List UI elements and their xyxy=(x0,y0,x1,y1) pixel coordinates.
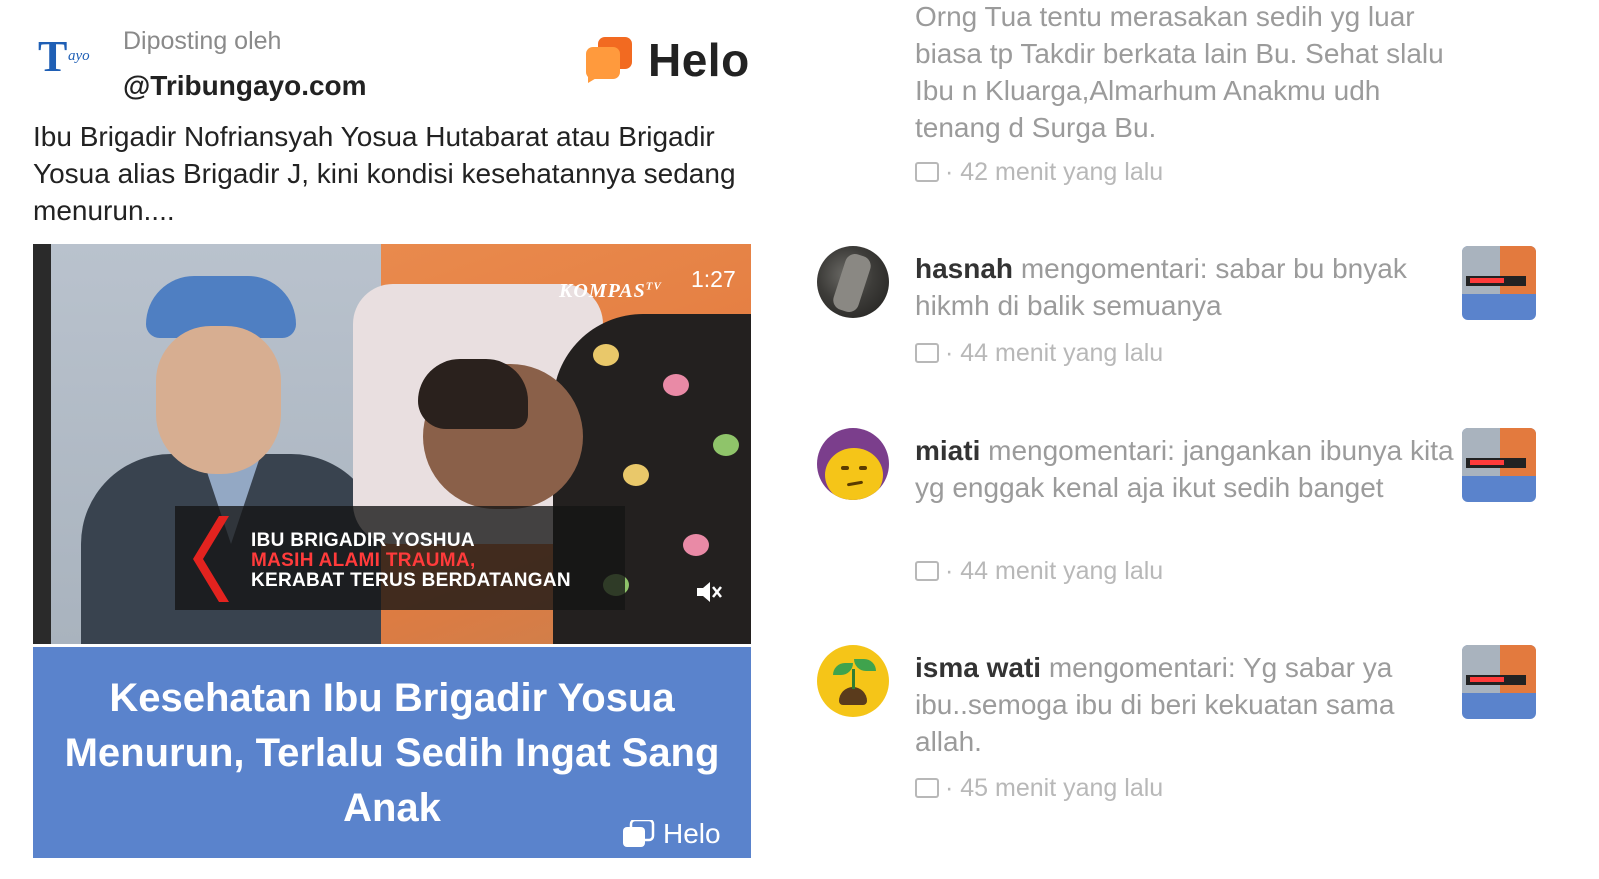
chevron-left-icon xyxy=(193,516,229,602)
logo-sub: ayo xyxy=(68,48,90,64)
comment-body: Orng Tua tentu merasakan sedih yg luar b… xyxy=(915,1,1444,143)
comment-text: hasnah mengomentari: sabar bu bnyak hikm… xyxy=(915,250,1455,324)
comment-separator: · xyxy=(945,338,954,367)
tribun-gayo-logo[interactable]: T ayo xyxy=(38,34,102,80)
comment-meta: · 42 menit yang lalu xyxy=(915,157,1163,187)
sprout-avatar[interactable] xyxy=(817,645,889,717)
comment-bubble-icon[interactable] xyxy=(915,561,939,582)
mute-icon[interactable] xyxy=(695,580,723,604)
comment-verb: mengomentari: xyxy=(988,435,1175,466)
comment-bubble-icon[interactable] xyxy=(915,343,939,364)
helo-icon xyxy=(623,820,655,847)
logo-letter: T xyxy=(38,32,68,81)
comment-meta: · 44 menit yang lalu xyxy=(915,338,1163,368)
comment-text: isma wati mengomentari: Yg sabar ya ibu.… xyxy=(915,649,1455,760)
posted-by-label: Diposting oleh xyxy=(123,27,282,55)
comment-bubble-icon[interactable] xyxy=(915,162,939,183)
post-excerpt[interactable]: Ibu Brigadir Nofriansyah Yosua Hutabarat… xyxy=(33,118,753,229)
helo-icon xyxy=(586,37,632,83)
headline-banner[interactable]: Kesehatan Ibu Brigadir Yosua Menurun, Te… xyxy=(33,644,751,858)
video-thumbnail[interactable]: KOMPASTV 1:27 IBU BRIGADIR YOSHUA MASIH … xyxy=(33,244,751,644)
comments-list: Orng Tua tentu merasakan sedih yg luar b… xyxy=(790,0,1599,879)
caption-line-3: KERABAT TERUS BERDATANGAN xyxy=(251,570,571,591)
helo-logo: Helo xyxy=(584,33,764,86)
comment-separator: · xyxy=(945,773,954,802)
caption-line-1: IBU BRIGADIR YOSHUA xyxy=(251,530,475,551)
comment-separator: · xyxy=(945,556,954,585)
comment-username[interactable]: miati xyxy=(915,435,980,466)
comment-verb: mengomentari: xyxy=(1020,253,1208,284)
caption-line-2: MASIH ALAMI TRAUMA, xyxy=(251,550,476,571)
emoji-face-avatar[interactable] xyxy=(817,428,889,500)
comment-username[interactable]: isma wati xyxy=(915,652,1041,683)
article-thumbnail[interactable] xyxy=(1462,246,1536,320)
comment-time: 44 menit yang lalu xyxy=(960,338,1164,367)
comment-meta: · 45 menit yang lalu xyxy=(915,773,1163,803)
comment-time: 42 menit yang lalu xyxy=(960,157,1164,186)
rock-photo-avatar[interactable] xyxy=(817,246,889,318)
comment-meta: · 44 menit yang lalu xyxy=(915,556,1163,586)
video-duration: 1:27 xyxy=(691,266,736,292)
article-thumbnail[interactable] xyxy=(1462,645,1536,719)
comment-text: miati mengomentari: jangankan ibunya kit… xyxy=(915,432,1455,506)
comment-separator: · xyxy=(945,157,954,186)
source-name-link[interactable]: @Tribungayo.com xyxy=(123,70,367,102)
kompas-tv-watermark: KOMPASTV xyxy=(559,280,662,302)
comment-text: Orng Tua tentu merasakan sedih yg luar b… xyxy=(915,0,1455,146)
comment-time: 44 menit yang lalu xyxy=(960,556,1164,585)
banner-brand-text: Helo xyxy=(663,818,721,849)
banner-helo-logo: Helo xyxy=(621,818,741,850)
comment-verb: mengomentari: xyxy=(1048,652,1236,683)
article-headline: Kesehatan Ibu Brigadir Yosua Menurun, Te… xyxy=(64,676,720,830)
comment-time: 45 menit yang lalu xyxy=(960,773,1164,802)
post-card: T ayo Diposting oleh @Tribungayo.com Hel… xyxy=(0,0,790,879)
helo-brand-text: Helo xyxy=(648,34,750,86)
article-thumbnail[interactable] xyxy=(1462,428,1536,502)
comment-username[interactable]: hasnah xyxy=(915,253,1013,284)
comment-bubble-icon[interactable] xyxy=(915,778,939,799)
